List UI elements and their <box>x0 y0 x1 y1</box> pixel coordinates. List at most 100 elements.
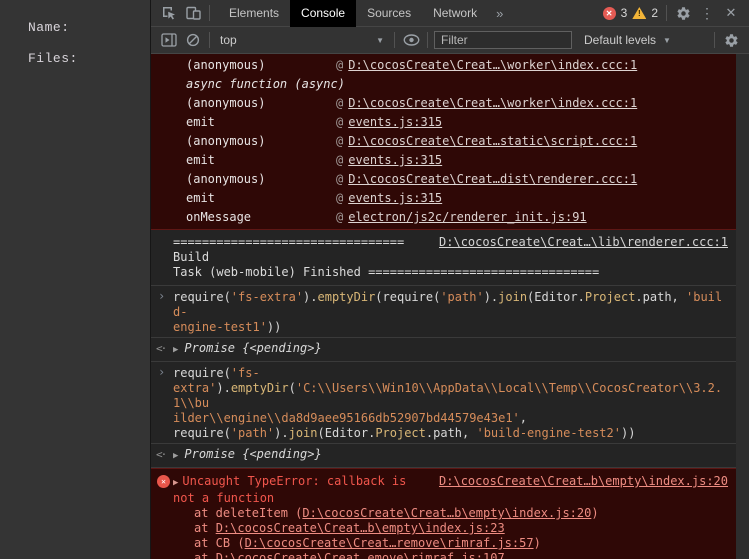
stack-function-name: emit <box>186 153 215 167</box>
header-separator <box>666 5 667 21</box>
toolbar-separator <box>209 32 210 48</box>
code-token: 'build-engine-test2' <box>476 426 621 440</box>
command-code-line: engine-test1')) <box>173 320 728 335</box>
file-link[interactable]: D:\cocosCreate\Creat…\worker\index.ccc:1 <box>348 94 637 113</box>
file-link[interactable]: D:\cocosCreate\Creat…static\script.ccc:1 <box>348 132 637 151</box>
code-token: (require( <box>375 290 441 304</box>
stack-frame-row: emit @ events.js:315 <box>151 151 730 170</box>
stack-prefix: at <box>194 521 216 535</box>
device-toolbar-icon[interactable] <box>181 1 205 25</box>
stack-suffix: ) <box>533 536 541 550</box>
code-token: emptyDir <box>317 290 376 304</box>
code-token: )) <box>266 320 282 334</box>
stack-suffix: ) <box>591 506 599 520</box>
stack-frame-row: (anonymous) @ D:\cocosCreate\Creat…\worker… <box>151 94 730 113</box>
error-stack-line: at deleteItem (D:\cocosCreate\Creat…b\em… <box>173 506 728 521</box>
command-code-line: require('fs- <box>173 366 728 381</box>
page-background: Name: Files: <box>0 0 150 559</box>
error-icon: ✕ <box>157 475 170 488</box>
error-warning-badge[interactable]: ✕ 3 ! 2 <box>602 6 658 20</box>
file-link[interactable]: events.js:315 <box>348 189 442 208</box>
console-log-message: D:\cocosCreate\Creat…\lib\renderer.ccc:1… <box>151 230 736 286</box>
stack-frame-row: emit @ events.js:315 <box>151 189 730 208</box>
toolbar-separator <box>394 32 395 48</box>
tab-elements[interactable]: Elements <box>218 0 290 27</box>
at-symbol: @ <box>336 58 344 72</box>
command-chevron-icon: › <box>158 289 166 303</box>
context-selector-dropdown[interactable]: top ▼ <box>214 33 390 47</box>
error-source-link[interactable]: D:\cocosCreate\Creat…b\empty\index.js:20 <box>439 474 728 489</box>
code-token: ). <box>483 290 499 304</box>
devtools-panel: Elements Console Sources Network » ✕ 3 ! 2 … <box>150 0 749 559</box>
stack-prefix: at deleteItem ( <box>194 506 303 520</box>
log-levels-dropdown[interactable]: Default levels ▼ <box>584 33 671 47</box>
file-link[interactable]: D:\cocosCreate\Creat…remove\rimraf.js:57 <box>245 536 534 550</box>
filter-input[interactable] <box>434 31 572 49</box>
code-token: 'path' <box>230 426 275 440</box>
tab-network[interactable]: Network <box>422 0 488 27</box>
command-code-line: ilder\\engine\\da8d9aee95166db52907bd445… <box>173 411 728 426</box>
console-toolbar: top ▼ Default levels ▼ <box>151 27 749 54</box>
file-link[interactable]: D:\cocosCreate\Creat…\worker\index.ccc:1 <box>348 56 637 75</box>
code-token: 'fs-extra' <box>230 290 304 304</box>
console-message-area: (anonymous) @ D:\cocosCreate\Creat…\worker… <box>151 54 749 559</box>
return-value-icon: <· <box>156 342 167 355</box>
code-token: ilder\\engine\\da8d9aee95166db52907bd445… <box>173 411 520 425</box>
code-token: (Editor. <box>317 426 376 440</box>
file-link[interactable]: D:\cocosCreate\Creat…dist\renderer.ccc:1 <box>348 170 637 189</box>
console-settings-gear-icon[interactable] <box>719 28 743 52</box>
stack-function-name: (anonymous) <box>186 172 266 186</box>
clear-console-icon[interactable] <box>181 28 205 52</box>
log-levels-value: Default levels <box>584 33 657 47</box>
code-token: (Editor. <box>527 290 585 304</box>
chevron-down-icon: ▼ <box>663 35 671 45</box>
tab-sources[interactable]: Sources <box>356 0 422 27</box>
file-link[interactable]: events.js:315 <box>348 113 442 132</box>
chevron-down-icon: ▼ <box>376 35 384 45</box>
command-code-line: require('fs-extra').emptyDir(require('pa… <box>173 290 728 320</box>
file-link[interactable]: D:\cocosCreate\Creat…b\empty\index.js:20 <box>302 506 591 520</box>
screen: Name: Files: Elements Console Sources Netwo… <box>0 0 749 559</box>
command-chevron-icon: › <box>158 365 166 379</box>
console-scrollbar[interactable] <box>736 54 749 559</box>
code-token: emptyDir <box>230 381 289 395</box>
at-symbol: @ <box>336 96 344 110</box>
close-devtools-icon[interactable]: ✕ <box>719 1 743 25</box>
file-link[interactable]: events.js:315 <box>348 151 442 170</box>
expand-triangle-icon[interactable]: ▶ <box>173 451 178 461</box>
code-token: join <box>498 290 528 304</box>
console-sidebar-icon[interactable] <box>157 28 181 52</box>
stack-frame-row: async function (async) <box>151 75 730 94</box>
file-link[interactable]: D:\cocosCreate\Creat…b\empty\index.js:23 <box>216 521 505 535</box>
stack-prefix: at <box>194 551 216 559</box>
command-code-line: require('path').join(Editor.Project.path… <box>173 426 728 441</box>
toolbar-separator <box>427 32 428 48</box>
error-count: 3 <box>620 6 628 20</box>
stack-frame-row: (anonymous) @ D:\cocosCreate\Creat…dist\re… <box>151 170 730 189</box>
at-symbol: @ <box>336 115 344 129</box>
at-symbol: @ <box>336 191 344 205</box>
header-separator <box>209 5 210 21</box>
source-file-link[interactable]: D:\cocosCreate\Creat…\lib\renderer.ccc:1 <box>439 235 728 250</box>
code-token: require( <box>173 290 231 304</box>
settings-gear-icon[interactable] <box>671 1 695 25</box>
expand-triangle-icon[interactable]: ▶ <box>173 478 178 488</box>
file-link[interactable]: D:\cocosCreate\Creat…emove\rimraf.js:107 <box>216 551 505 559</box>
log-text-line: Task (web-mobile) Finished =============… <box>173 265 600 279</box>
more-tabs-button[interactable]: » <box>488 0 511 27</box>
stack-frame-row: (anonymous) @ D:\cocosCreate\Creat…static\… <box>151 132 730 151</box>
file-link[interactable]: electron/js2c/renderer_init.js:91 <box>348 208 586 227</box>
at-symbol: @ <box>336 210 344 224</box>
devtools-header: Elements Console Sources Network » ✕ 3 ! 2 … <box>151 0 749 27</box>
inspect-element-icon[interactable] <box>157 1 181 25</box>
live-expression-eye-icon[interactable] <box>399 28 423 52</box>
code-token: ( <box>288 381 296 395</box>
code-token: Project <box>375 426 426 440</box>
code-token: 'fs- <box>230 366 260 380</box>
expand-triangle-icon[interactable]: ▶ <box>173 345 178 355</box>
code-token: Project <box>584 290 636 304</box>
stack-frame-row: emit @ events.js:315 <box>151 113 730 132</box>
kebab-menu-icon[interactable]: ⋮ <box>695 1 719 25</box>
tab-console[interactable]: Console <box>290 0 357 27</box>
toolbar-separator <box>714 32 715 48</box>
